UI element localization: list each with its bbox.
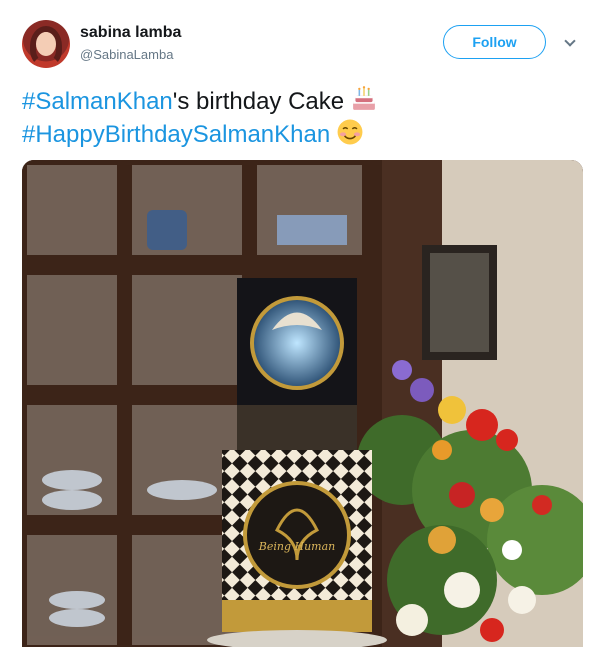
author-handle[interactable]: @SabinaLamba bbox=[80, 47, 173, 62]
birthday-cake-emoji-icon bbox=[353, 86, 375, 110]
follow-button[interactable]: Follow bbox=[443, 25, 546, 59]
tweet-line-1-text: 's birthday Cake bbox=[172, 88, 345, 115]
tweet-text: #SalmanKhan's birthday Cake #HappyBirthd… bbox=[22, 85, 378, 151]
avatar[interactable] bbox=[22, 20, 70, 68]
author-display-name[interactable]: sabina lamba bbox=[80, 24, 181, 42]
tweet-line-1: #SalmanKhan's birthday Cake bbox=[22, 85, 378, 118]
hashtag-salmankhan[interactable]: #SalmanKhan bbox=[22, 88, 173, 115]
tweet-photo[interactable]: Being Human bbox=[22, 160, 583, 647]
cake-photo-illustration: Being Human bbox=[22, 160, 583, 647]
cake-inscription: Being Human bbox=[258, 540, 335, 553]
tweet-line-2: #HappyBirthdaySalmanKhan bbox=[22, 118, 378, 151]
smiling-blush-emoji-icon bbox=[337, 119, 363, 145]
chevron-down-icon[interactable] bbox=[564, 35, 576, 47]
hashtag-happybirthdaysalmankhan[interactable]: #HappyBirthdaySalmanKhan bbox=[22, 121, 330, 148]
avatar-face bbox=[36, 32, 56, 56]
